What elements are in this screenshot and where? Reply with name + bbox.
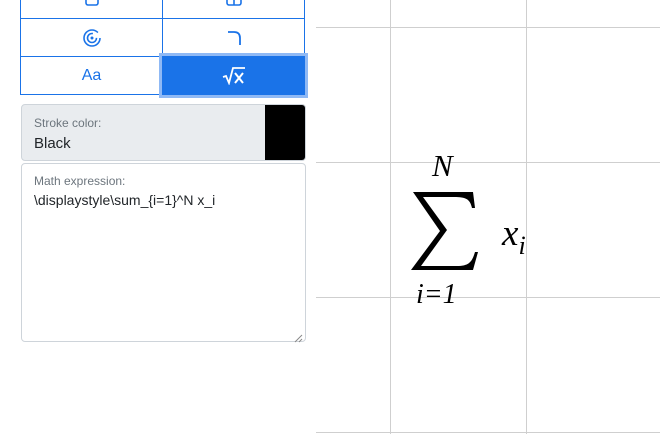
drawing-canvas[interactable]: N i=1 xi: [316, 0, 660, 434]
table-tool-button[interactable]: [162, 0, 305, 19]
curve-icon: [225, 29, 243, 47]
formula-term: xi: [502, 212, 526, 261]
text-icon: Aa: [81, 66, 102, 84]
summation-sign: [411, 192, 478, 270]
formula-term-subscript: i: [518, 231, 526, 260]
formula-term-base: x: [502, 213, 519, 254]
tool-row: [20, 0, 306, 19]
tool-row: Aa: [20, 56, 306, 95]
spiral-icon: [82, 28, 102, 48]
formula-lower-limit: i=1: [416, 279, 457, 310]
rectangle-icon: [84, 0, 100, 7]
stroke-color-swatch[interactable]: [265, 105, 305, 160]
math-expression-field[interactable]: Math expression: \displaystyle\sum_{i=1}…: [21, 163, 306, 343]
tool-grid: Aa: [20, 0, 306, 95]
text-tool-button[interactable]: Aa: [20, 56, 163, 95]
tool-row: [20, 18, 306, 57]
resize-handle-icon[interactable]: [294, 330, 303, 343]
sqrt-icon: [222, 66, 246, 85]
formula-upper-limit: N: [432, 148, 453, 183]
curve-tool-button[interactable]: [162, 18, 305, 57]
rectangle-tool-button[interactable]: [20, 0, 163, 19]
rendered-formula[interactable]: N i=1 xi: [316, 0, 660, 434]
math-expression-input[interactable]: \displaystyle\sum_{i=1}^N x_i: [34, 192, 215, 208]
spiral-tool-button[interactable]: [20, 18, 163, 57]
stroke-color-value: Black: [34, 135, 71, 152]
math-tool-button[interactable]: [162, 56, 305, 95]
table-icon: [225, 0, 243, 7]
math-expression-label: Math expression:: [34, 174, 126, 188]
stroke-color-field[interactable]: Stroke color: Black: [21, 104, 306, 161]
stroke-color-label: Stroke color:: [34, 116, 102, 130]
